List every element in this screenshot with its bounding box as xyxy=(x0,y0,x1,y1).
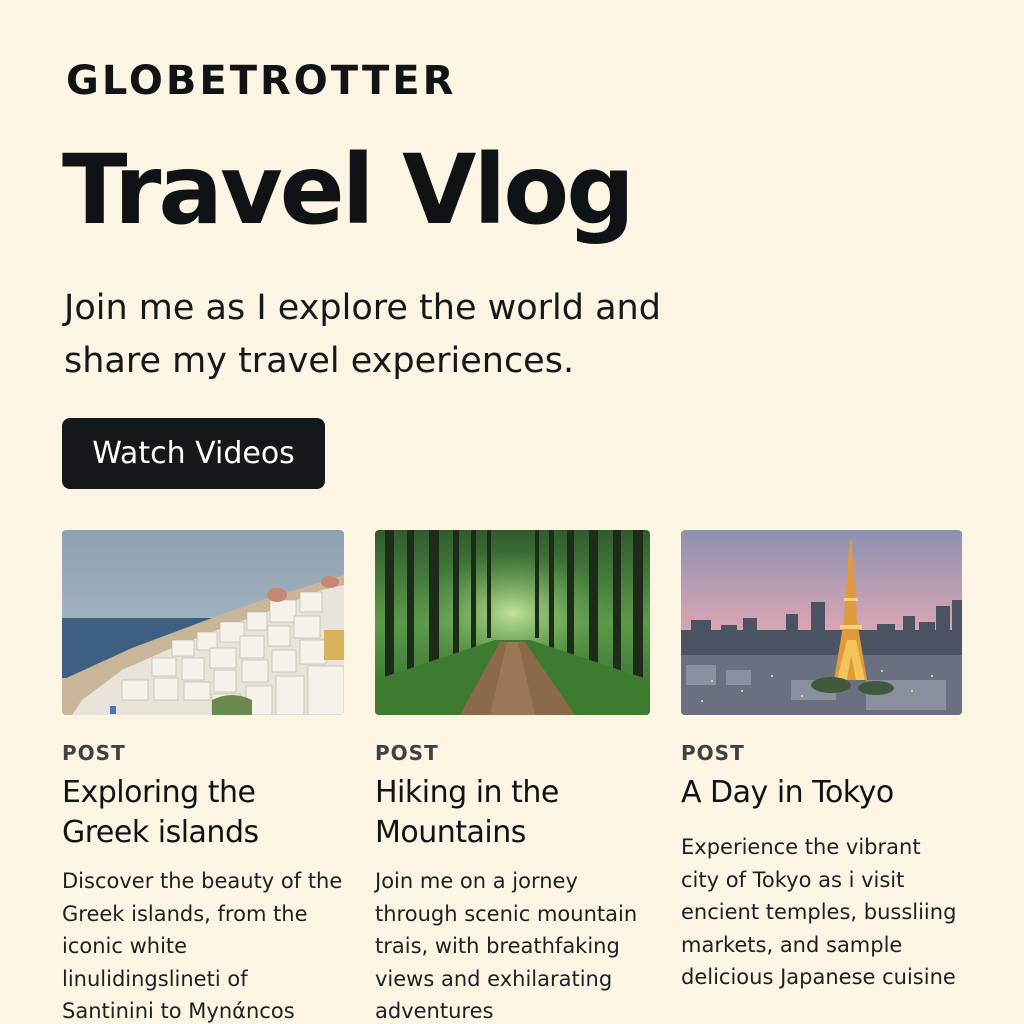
post-title[interactable]: Exploring the Greek islands xyxy=(62,773,344,853)
brand-logo-text[interactable]: GLOBETROTTER xyxy=(66,58,456,104)
post-card-hiking-mountains[interactable]: POST Hiking in the Mountains Join me on … xyxy=(375,530,650,1024)
watch-videos-button[interactable]: Watch Videos xyxy=(62,418,325,489)
post-title[interactable]: A Day in Tokyo xyxy=(681,773,962,813)
post-excerpt: Experience the vibrant city of Tokyo as … xyxy=(681,835,957,989)
page-title: Travel Vlog xyxy=(62,134,635,246)
post-excerpt: Join me on a jorney through scenic mount… xyxy=(375,869,638,1023)
post-card-greek-islands[interactable]: POST Exploring the Greek islands Discove… xyxy=(62,530,344,1024)
post-kicker: POST xyxy=(681,741,745,765)
greek-island-photo[interactable] xyxy=(62,530,344,715)
post-excerpt: Discover the beauty of the Greek islands… xyxy=(62,869,343,1023)
post-kicker: POST xyxy=(62,741,126,765)
page: GLOBETROTTER Travel Vlog Join me as I ex… xyxy=(0,0,1024,1024)
post-title[interactable]: Hiking in the Mountains xyxy=(375,773,650,853)
post-kicker: POST xyxy=(375,741,439,765)
tokyo-skyline-photo[interactable] xyxy=(681,530,962,715)
forest-trail-photo[interactable] xyxy=(375,530,650,715)
hero-subtitle: Join me as I explore the world and share… xyxy=(64,288,661,381)
post-card-tokyo[interactable]: POST A Day in Tokyo Experience the vibra… xyxy=(681,530,962,994)
